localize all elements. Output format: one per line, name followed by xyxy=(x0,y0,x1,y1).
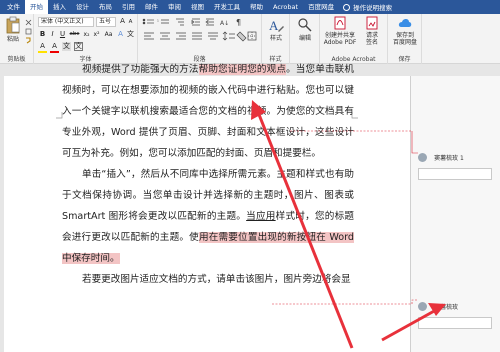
paragraph-format-icons[interactable]: 1 A↓ ¶ xyxy=(142,17,258,51)
cut-copy-format-icons[interactable] xyxy=(25,18,33,44)
char-shading-button[interactable]: 文 xyxy=(62,42,71,51)
tab-insert[interactable]: 插入 xyxy=(48,0,71,14)
phonetic-guide-button[interactable]: 文 xyxy=(126,30,135,39)
styles-group: A 样式 样式 xyxy=(262,14,290,64)
create-share-label: 创建并共享 xyxy=(324,32,355,39)
subscript-button[interactable]: x₂ xyxy=(82,30,91,39)
request-signature-button[interactable]: 请求 签名 xyxy=(360,16,384,46)
commented-text-1[interactable]: 帮助您证明您的观点 xyxy=(198,64,287,75)
signature-icon xyxy=(366,16,378,30)
ribbon: 粘贴 剪贴板 宋体 (中文正文) 五号 A A B I U abc x₂ x² … xyxy=(0,14,500,64)
tab-developer[interactable]: 开发工具 xyxy=(209,0,245,14)
comment-input-1[interactable] xyxy=(418,168,492,180)
tab-baidu-netdisk[interactable]: 百度网盘 xyxy=(303,0,339,14)
font-name-box[interactable]: 宋体 (中文正文) xyxy=(38,17,94,27)
shrink-font-button[interactable]: A xyxy=(126,18,135,27)
strikethrough-button[interactable]: abc xyxy=(68,30,81,39)
editing-group: 编辑 xyxy=(290,14,320,64)
svg-text:¶: ¶ xyxy=(236,18,241,27)
p1-text-c: 。当您单击联机视频时，可以在想要添加的视频的嵌入代码中进行粘贴。您也可以键入一个… xyxy=(62,64,354,159)
styles-button[interactable]: A 样式 xyxy=(265,17,287,42)
adobe-pdf-label: Adobe PDF xyxy=(323,39,357,46)
search-icon xyxy=(298,18,312,32)
tab-review[interactable]: 审阅 xyxy=(163,0,186,14)
comment-card-1[interactable]: 窦薯梳玫 1 xyxy=(418,147,498,180)
editing-button[interactable]: 编辑 xyxy=(294,17,316,42)
font-color-button[interactable]: A xyxy=(50,42,59,53)
tab-file[interactable]: 文件 xyxy=(2,0,25,14)
clipboard-group: 粘贴 剪贴板 xyxy=(0,14,34,64)
superscript-button[interactable]: x² xyxy=(92,30,101,39)
ribbon-tab-bar: 文件 开始 插入 设计 布局 引用 邮件 审阅 视图 开发工具 帮助 Acrob… xyxy=(0,0,500,14)
paste-label: 粘贴 xyxy=(6,36,19,43)
tell-me-search[interactable]: 操作说明搜索 xyxy=(343,2,392,12)
tell-me-label: 操作说明搜索 xyxy=(353,4,393,12)
font-size-box[interactable]: 五号 xyxy=(96,17,116,27)
paragraph-3: 若要更改图片适应文档的方式，请单击该图片，图片旁边将会显 xyxy=(82,274,351,285)
underline-button[interactable]: U xyxy=(58,30,67,39)
italic-button[interactable]: I xyxy=(48,30,57,39)
styles-label: 样式 xyxy=(269,35,282,42)
baidu-label: 百度网盘 xyxy=(392,39,417,46)
paragraph-2: 单击“插入”，然后从不同库中选择所需元素。主题和样式也有助于文档保持协调。当您单… xyxy=(62,164,354,269)
tab-acrobat[interactable]: Acrobat xyxy=(268,0,303,14)
request-label: 请求 xyxy=(365,32,378,39)
font-group: 宋体 (中文正文) 五号 A A B I U abc x₂ x² Aa A 文 … xyxy=(34,14,138,64)
editing-label: 编辑 xyxy=(298,35,311,42)
svg-text:A: A xyxy=(269,18,279,33)
comment-author-2: 窦薯梳玫 xyxy=(434,304,459,311)
p1-text-a: 视频提供了功能强大的方法 xyxy=(82,64,199,75)
tab-references[interactable]: 引用 xyxy=(117,0,140,14)
tab-layout[interactable]: 布局 xyxy=(94,0,117,14)
comment-card-2[interactable]: 窦薯梳玫 xyxy=(418,296,498,329)
save-to-baidu-button[interactable]: 保存到 百度网盘 xyxy=(390,16,420,46)
word-window: 文件 开始 插入 设计 布局 引用 邮件 审阅 视图 开发工具 帮助 Acrob… xyxy=(0,0,500,352)
paragraph-1: 视频提供了功能强大的方法帮助您证明您的观点。当您单击联机视频时，可以在想要添加的… xyxy=(62,59,354,164)
tab-mailings[interactable]: 邮件 xyxy=(140,0,163,14)
char-border-button[interactable]: 文 xyxy=(74,42,83,51)
text-highlight-button[interactable]: A xyxy=(38,42,47,53)
create-share-pdf-button[interactable]: 创建并共享 Adobe PDF xyxy=(322,16,358,46)
comment-input-2[interactable] xyxy=(418,317,492,329)
save-to-label: 保存到 xyxy=(395,32,414,39)
paragraph-group: 1 A↓ ¶ 段落 xyxy=(138,14,262,64)
clear-format-button[interactable]: A xyxy=(116,30,125,39)
bold-button[interactable]: B xyxy=(38,30,47,39)
svg-text:1: 1 xyxy=(157,19,159,23)
p2-text-b: 当应用 xyxy=(246,211,276,222)
avatar xyxy=(418,153,427,162)
pdf-icon xyxy=(334,16,346,30)
avatar xyxy=(418,302,427,311)
lightbulb-icon xyxy=(343,3,351,11)
sign-label: 签名 xyxy=(365,39,378,46)
styles-icon: A xyxy=(269,18,284,33)
tab-home[interactable]: 开始 xyxy=(25,0,48,14)
save-group-label: 保存 xyxy=(398,56,411,63)
tab-design[interactable]: 设计 xyxy=(71,0,94,14)
document-body[interactable]: 视频提供了功能强大的方法帮助您证明您的观点。当您单击联机视频时，可以在想要添加的… xyxy=(62,59,354,290)
clipboard-icon xyxy=(6,16,20,34)
svg-text:A↓: A↓ xyxy=(220,20,229,27)
change-case-button[interactable]: Aa xyxy=(104,30,113,39)
clipboard-group-label: 剪贴板 xyxy=(7,56,26,63)
adobe-acrobat-group: 创建并共享 Adobe PDF 请求 签名 Adobe Acrobat xyxy=(320,14,388,64)
comment-author-1: 窦薯梳玫 1 xyxy=(434,155,464,162)
cloud-icon xyxy=(398,19,412,27)
tab-view[interactable]: 视图 xyxy=(186,0,209,14)
save-group: 保存到 百度网盘 保存 xyxy=(388,14,422,64)
tab-help[interactable]: 帮助 xyxy=(245,0,268,14)
paste-button[interactable]: 粘贴 xyxy=(2,16,24,43)
